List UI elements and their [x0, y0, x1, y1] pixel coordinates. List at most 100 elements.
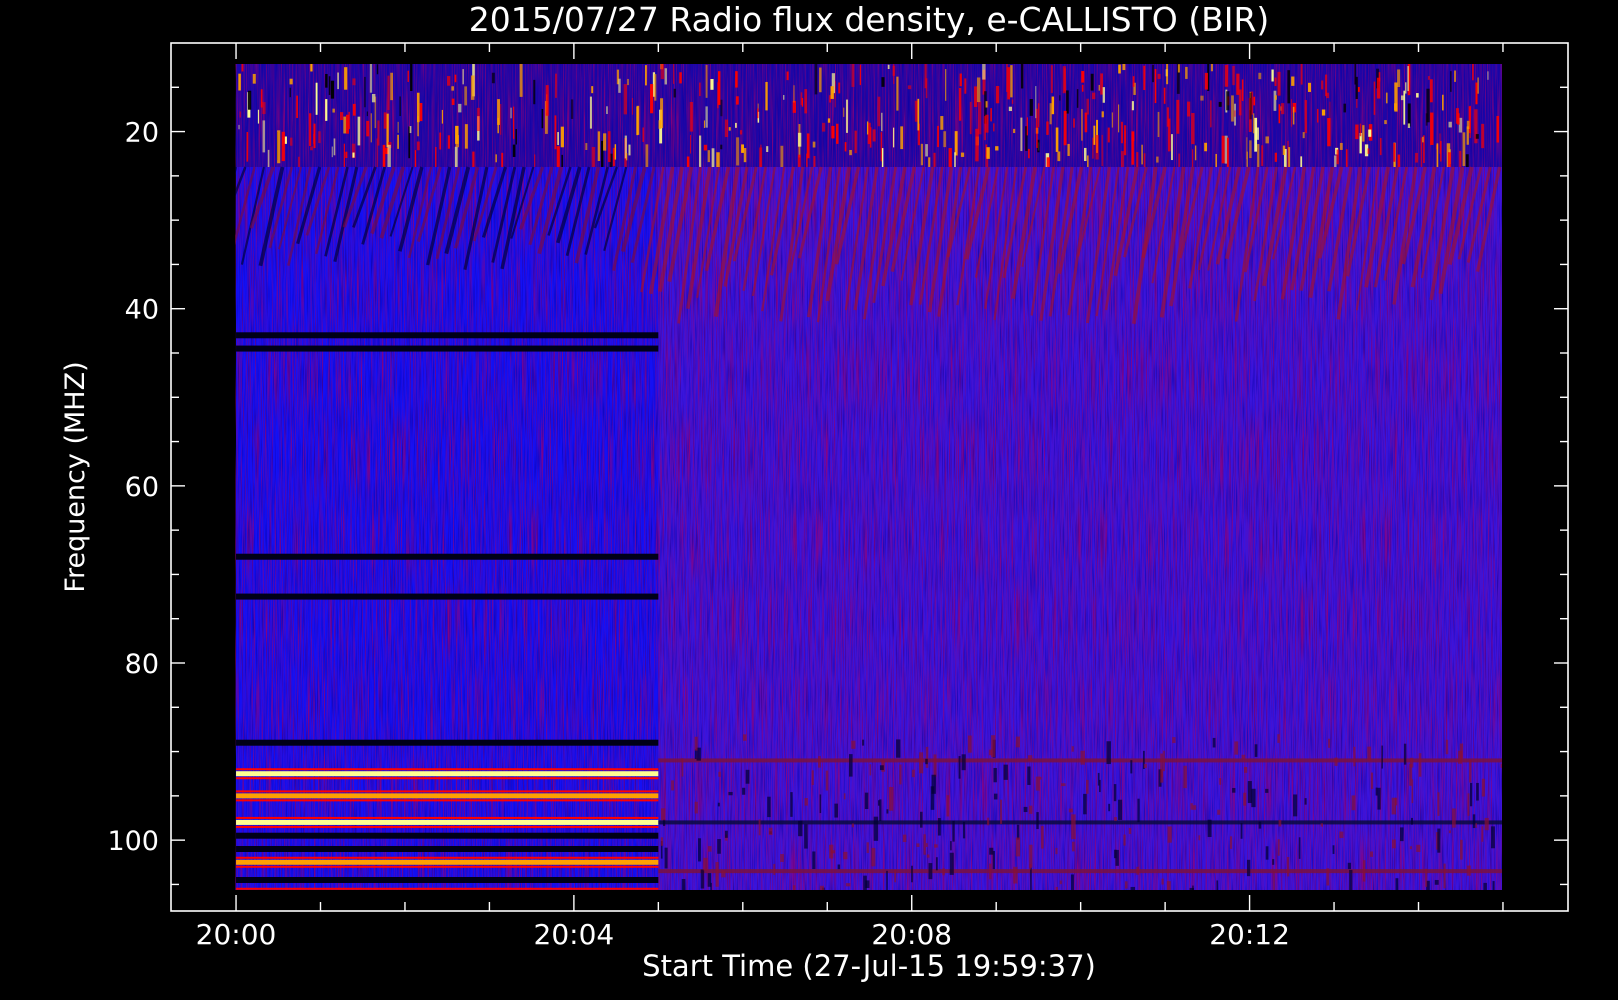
rfi-streak: [1143, 153, 1146, 167]
rfi-streak: [397, 134, 399, 149]
rfi-streak: [397, 121, 399, 133]
low-band-speck: [818, 756, 821, 768]
low-band-speck: [1445, 739, 1449, 755]
rfi-streak: [330, 80, 335, 99]
freq-line-first-segment: [236, 793, 659, 799]
low-band-speck: [660, 808, 666, 821]
rfi-streak: [854, 130, 857, 154]
rfi-streak: [1329, 101, 1331, 131]
low-band-speck: [894, 869, 897, 883]
rfi-streak: [1427, 76, 1430, 80]
low-band-speck: [812, 851, 816, 870]
rfi-streak: [247, 90, 252, 110]
low-band-speck: [724, 830, 728, 838]
rfi-streak: [1422, 136, 1424, 143]
rfi-streak: [943, 131, 947, 148]
low-band-speck: [1448, 830, 1451, 834]
low-band-speck: [942, 868, 945, 876]
rfi-streak: [724, 119, 729, 138]
rfi-streak: [281, 131, 285, 162]
rfi-streak: [1191, 113, 1195, 145]
low-band-speck: [728, 791, 733, 796]
low-band-speck: [989, 863, 992, 880]
rfi-streak: [660, 64, 665, 80]
low-band-speck: [1190, 803, 1193, 810]
rfi-streak: [262, 102, 266, 115]
rfi-streak: [606, 106, 608, 114]
low-band-speck: [1362, 860, 1366, 882]
rfi-streak: [1258, 72, 1262, 80]
rfi-streak: [1086, 98, 1089, 115]
rfi-streak: [464, 86, 468, 106]
rfi-streak: [345, 114, 350, 134]
rfi-streak: [849, 149, 852, 156]
freq-line-edge: [236, 856, 659, 859]
rfi-streak: [289, 87, 291, 98]
rfi-streak: [1008, 106, 1013, 112]
rfi-streak: [472, 151, 475, 167]
low-band-speck: [1027, 766, 1031, 785]
rfi-streak: [1120, 121, 1124, 144]
rfi-streak: [1415, 152, 1418, 163]
rfi-streak: [289, 78, 293, 85]
rfi-streak: [757, 108, 759, 119]
low-band-speck: [1339, 831, 1344, 839]
rfi-streak: [352, 103, 356, 116]
rfi-streak: [510, 107, 512, 119]
rfi-streak: [917, 98, 920, 131]
low-band-speck: [848, 754, 853, 777]
rfi-streak: [364, 76, 366, 108]
low-band-speck: [1234, 741, 1239, 755]
low-band-speck: [845, 883, 851, 887]
rfi-streak: [887, 64, 890, 70]
low-band-speck: [1040, 825, 1044, 849]
spectrogram-chart: 20 40 60 80 100 20:00 20:04 20:08 20:12 2015/07…: [0, 0, 1618, 1000]
rfi-streak: [1152, 64, 1154, 83]
low-band-speck: [1304, 798, 1307, 805]
low-band-speck: [790, 792, 793, 817]
low-band-speck: [869, 764, 872, 776]
rfi-streak: [1194, 145, 1197, 161]
rfi-streak: [1215, 153, 1218, 167]
low-band-speck: [745, 769, 750, 784]
freq-line-second-segment: [658, 820, 1502, 825]
rfi-streak: [1095, 134, 1099, 160]
rfi-streak: [806, 153, 808, 167]
rfi-streak: [1037, 103, 1040, 128]
rfi-streak: [844, 142, 847, 152]
rfi-streak: [315, 82, 318, 115]
rfi-streak: [1157, 73, 1161, 79]
low-band-speck: [1425, 868, 1428, 887]
rfi-streak: [1166, 64, 1169, 85]
low-band-speck: [662, 819, 666, 826]
rfi-streak: [1257, 144, 1260, 167]
low-band-speck: [1106, 741, 1111, 765]
rfi-streak: [289, 137, 293, 146]
rfi-streak: [928, 157, 931, 167]
rfi-streak: [1156, 156, 1159, 163]
rfi-streak: [410, 64, 413, 92]
rfi-streak: [623, 84, 628, 115]
low-band-speck: [1278, 819, 1282, 827]
rfi-streak: [333, 138, 336, 156]
rfi-streak: [1093, 125, 1096, 145]
low-band-speck: [1172, 737, 1176, 744]
low-band-speck: [925, 746, 929, 768]
rfi-streak: [851, 64, 855, 87]
rfi-streak: [1163, 87, 1166, 104]
rfi-streak: [545, 85, 549, 116]
freq-line-edge: [236, 887, 659, 890]
low-band-speck: [1029, 805, 1033, 814]
low-band-speck: [919, 811, 923, 828]
rfi-streak: [689, 134, 691, 154]
low-band-speck: [888, 786, 894, 811]
low-band-speck: [804, 824, 808, 849]
rfi-streak: [698, 135, 702, 167]
rfi-streak: [679, 72, 682, 84]
rfi-streak: [332, 108, 335, 113]
low-band-speck: [934, 844, 938, 848]
rfi-streak: [907, 85, 912, 90]
rfi-streak: [974, 86, 978, 107]
rfi-streak: [1359, 123, 1362, 137]
rfi-streak: [454, 146, 458, 167]
